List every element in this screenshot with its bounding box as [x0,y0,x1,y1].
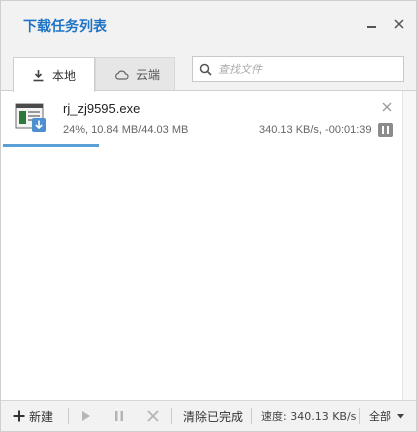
tab-local-label: 本地 [52,68,77,83]
delete-icon [147,410,159,422]
filter-label: 全部 [369,410,391,423]
download-list: rj_zj9595.exe 24%, 10.84 MB/44.03 MB 340… [1,90,416,401]
tab-cloud-label: 云端 [136,68,161,82]
start-button[interactable] [81,401,91,431]
remove-task-icon[interactable] [382,102,392,112]
window-title: 下载任务列表 [23,19,107,35]
download-progress-info: 24%, 10.84 MB/44.03 MB [63,124,189,136]
tab-local[interactable]: 本地 [13,57,95,92]
download-speed-eta: 340.13 KB/s, -00:01:39 [259,124,372,136]
tabs-row: 本地 云端 [1,47,416,92]
new-task-label: 新建 [29,409,54,424]
cloud-icon [115,70,129,80]
new-task-button[interactable]: 新建 [13,401,53,431]
search-icon [199,63,212,76]
search-box [192,56,404,82]
filter-dropdown[interactable]: 全部 [369,401,404,431]
chevron-down-icon [397,413,404,418]
download-list-window: 下载任务列表 本地 云端 查找文件 rj_zj9595.exe 24%, 10.… [0,0,417,432]
close-button[interactable] [390,15,408,33]
progress-bar [3,144,401,147]
plus-icon [13,410,25,422]
divider [359,408,360,424]
delete-button[interactable] [147,401,159,431]
progress-fill [3,144,99,147]
download-item[interactable]: rj_zj9595.exe 24%, 10.84 MB/44.03 MB 340… [1,91,401,149]
exe-file-icon [15,103,46,132]
minimize-button[interactable] [362,15,380,33]
search-input[interactable] [218,62,398,76]
bottom-toolbar: 新建 清除已完成 速度: 340.13 KB/s 全部 [1,400,416,431]
file-name: rj_zj9595.exe [63,101,141,116]
pause-all-button[interactable] [114,401,124,431]
minimize-icon [366,26,376,28]
divider [251,408,252,424]
close-icon [394,19,404,29]
pause-button[interactable] [378,123,393,137]
pause-icon [382,126,384,134]
tab-cloud[interactable]: 云端 [95,57,175,91]
download-icon [33,69,44,81]
divider [68,408,69,424]
scrollbar[interactable] [402,91,416,401]
clear-completed-button[interactable]: 清除已完成 [183,401,243,431]
divider [171,408,172,424]
title-bar: 下载任务列表 [1,1,416,47]
play-icon [82,411,90,421]
pause-icon [115,411,123,421]
total-speed: 速度: 340.13 KB/s [261,410,357,423]
